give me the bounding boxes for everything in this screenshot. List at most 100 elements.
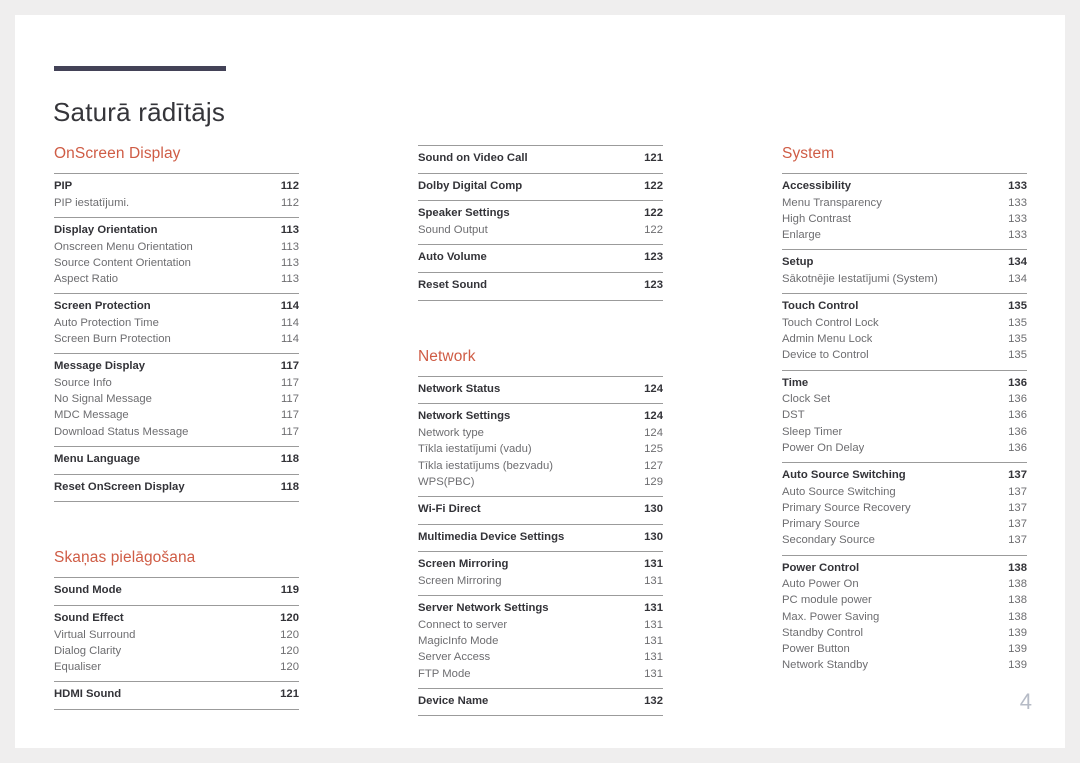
toc-entry-main[interactable]: Screen Protection 114 xyxy=(54,298,299,315)
toc-entry-label: Touch Control Lock xyxy=(782,316,879,329)
toc-entry-sub[interactable]: MagicInfo Mode 131 xyxy=(418,633,663,649)
toc-entry-main[interactable]: Wi-Fi Direct 130 xyxy=(418,501,663,518)
toc-entry-page: 120 xyxy=(280,661,299,674)
toc-entry-label: High Contrast xyxy=(782,212,852,225)
toc-entry-main[interactable]: Sound on Video Call 121 xyxy=(418,150,663,167)
toc-entry-page: 117 xyxy=(280,393,299,406)
toc-entry-sub[interactable]: Tīkla iestatījumi (vadu) 125 xyxy=(418,441,663,457)
toc-entry-label: Admin Menu Lock xyxy=(782,333,873,346)
toc-entry-sub[interactable]: Tīkla iestatījums (bezvadu) 127 xyxy=(418,458,663,474)
toc-entry-main[interactable]: Sound Effect 120 xyxy=(54,610,299,627)
toc-entry-main[interactable]: Speaker Settings 122 xyxy=(418,205,663,222)
toc-entry-sub[interactable]: Auto Power On 138 xyxy=(782,576,1027,592)
toc-entry-page: 113 xyxy=(280,273,299,286)
toc-entry-label: PC module power xyxy=(782,594,872,607)
toc-entry-sub[interactable]: Secondary Source 137 xyxy=(782,532,1027,548)
toc-entry-page: 134 xyxy=(1008,256,1027,269)
toc-entry-label: FTP Mode xyxy=(418,667,471,680)
toc-entry-main[interactable]: Device Name 132 xyxy=(418,693,663,710)
toc-entry-sub[interactable]: Screen Burn Protection 114 xyxy=(54,331,299,347)
toc-entry-sub[interactable]: No Signal Message 117 xyxy=(54,391,299,407)
toc-entry-sub[interactable]: Touch Control Lock 135 xyxy=(782,315,1027,331)
toc-entry-label: Standby Control xyxy=(782,626,864,639)
toc-entry-main[interactable]: Touch Control 135 xyxy=(782,298,1027,315)
toc-entry-main[interactable]: Auto Volume 123 xyxy=(418,249,663,266)
toc-entry-sub[interactable]: Dialog Clarity 120 xyxy=(54,643,299,659)
toc-entry-sub[interactable]: Source Content Orientation 113 xyxy=(54,255,299,271)
toc-entry-label: No Signal Message xyxy=(54,393,152,406)
toc-entry-sub[interactable]: Primary Source 137 xyxy=(782,516,1027,532)
toc-entry-main[interactable]: PIP 112 xyxy=(54,178,299,195)
toc-entry-page: 122 xyxy=(644,207,663,220)
toc-entry-sub[interactable]: PIP iestatījumi. 112 xyxy=(54,195,299,211)
toc-entry-main[interactable]: Message Display 117 xyxy=(54,358,299,375)
toc-entry-main[interactable]: Dolby Digital Comp 122 xyxy=(418,178,663,195)
toc-entry-sub[interactable]: Screen Mirroring 131 xyxy=(418,573,663,589)
toc-entry-page: 131 xyxy=(644,558,663,571)
toc-entry-sub[interactable]: Clock Set 136 xyxy=(782,391,1027,407)
toc-entry-label: Network Settings xyxy=(418,410,511,423)
toc-entry-sub[interactable]: Admin Menu Lock 135 xyxy=(782,331,1027,347)
toc-entry-main[interactable]: Network Settings 124 xyxy=(418,408,663,425)
toc-entry-sub[interactable]: Primary Source Recovery 137 xyxy=(782,500,1027,516)
toc-entry-label: Sound on Video Call xyxy=(418,152,528,164)
toc-entry-main[interactable]: Setup 134 xyxy=(782,254,1027,271)
toc-entry-label: Wi-Fi Direct xyxy=(418,502,481,515)
toc-entry-sub[interactable]: Onscreen Menu Orientation 113 xyxy=(54,239,299,255)
toc-entry-sub[interactable]: Sākotnējie Iestatījumi (System) 134 xyxy=(782,271,1027,287)
toc-entry-sub[interactable]: FTP Mode 131 xyxy=(418,666,663,682)
toc-entry-sub[interactable]: Standby Control 139 xyxy=(782,625,1027,641)
toc-entry-sub[interactable]: PC module power 138 xyxy=(782,592,1027,608)
toc-entry-sub[interactable]: Power Button 139 xyxy=(782,641,1027,657)
toc-entry-main[interactable]: Time 136 xyxy=(782,375,1027,392)
toc-entry-sub[interactable]: DST 136 xyxy=(782,407,1027,423)
toc-entry-page: 134 xyxy=(1008,273,1027,286)
toc-entry-sub[interactable]: Download Status Message 117 xyxy=(54,424,299,440)
toc-entry-main[interactable]: Menu Language 118 xyxy=(54,451,299,468)
toc-group: Reset Sound 123 xyxy=(418,272,663,301)
toc-group: HDMI Sound 121 xyxy=(54,681,299,710)
toc-entry-sub[interactable]: Enlarge 133 xyxy=(782,227,1027,243)
toc-entry-main[interactable]: Network Status 124 xyxy=(418,381,663,398)
toc-group: Sound on Video Call 121 xyxy=(418,145,663,173)
toc-entry-main[interactable]: Reset Sound 123 xyxy=(418,277,663,294)
toc-entry-sub[interactable]: Sleep Timer 136 xyxy=(782,424,1027,440)
toc-entry-sub[interactable]: Auto Source Switching 137 xyxy=(782,484,1027,500)
toc-entry-main[interactable]: Multimedia Device Settings 130 xyxy=(418,529,663,546)
toc-entry-sub[interactable]: WPS(PBC) 129 xyxy=(418,474,663,490)
toc-entry-main[interactable]: HDMI Sound 121 xyxy=(54,686,299,703)
toc-entry-label: Equaliser xyxy=(54,661,102,674)
toc-entry-sub[interactable]: MDC Message 117 xyxy=(54,407,299,423)
toc-entry-sub[interactable]: Source Info 117 xyxy=(54,375,299,391)
toc-entry-sub[interactable]: Equaliser 120 xyxy=(54,659,299,675)
toc-entry-page: 131 xyxy=(644,667,663,680)
toc-entry-sub[interactable]: Network Standby 139 xyxy=(782,657,1027,673)
toc-entry-label: Screen Burn Protection xyxy=(54,333,171,346)
toc-entry-sub[interactable]: Connect to server 131 xyxy=(418,617,663,633)
toc-entry-main[interactable]: Sound Mode 119 xyxy=(54,582,299,599)
toc-entry-main[interactable]: Power Control 138 xyxy=(782,560,1027,577)
toc-entry-sub[interactable]: Aspect Ratio 113 xyxy=(54,271,299,287)
toc-entry-main[interactable]: Accessibility 133 xyxy=(782,178,1027,195)
toc-entry-sub[interactable]: Sound Output 122 xyxy=(418,222,663,238)
toc-entry-sub[interactable]: Virtual Surround 120 xyxy=(54,627,299,643)
toc-entry-label: Max. Power Saving xyxy=(782,610,880,623)
toc-entry-sub[interactable]: Auto Protection Time 114 xyxy=(54,315,299,331)
toc-entry-page: 127 xyxy=(644,459,663,472)
toc-entry-label: Touch Control xyxy=(782,300,859,313)
toc-entry-main[interactable]: Screen Mirroring 131 xyxy=(418,556,663,573)
toc-entry-sub[interactable]: Menu Transparency 133 xyxy=(782,195,1027,211)
toc-entry-sub[interactable]: Server Access 131 xyxy=(418,649,663,665)
toc-entry-main[interactable]: Display Orientation 113 xyxy=(54,222,299,239)
toc-entry-sub[interactable]: Device to Control 135 xyxy=(782,347,1027,363)
toc-entry-main[interactable]: Reset OnScreen Display 118 xyxy=(54,479,299,496)
toc-entry-main[interactable]: Auto Source Switching 137 xyxy=(782,467,1027,484)
toc-entry-page: 131 xyxy=(644,618,663,631)
toc-entry-page: 138 xyxy=(1008,610,1027,623)
toc-entry-sub[interactable]: High Contrast 133 xyxy=(782,211,1027,227)
toc-entry-sub[interactable]: Power On Delay 136 xyxy=(782,440,1027,456)
toc-entry-main[interactable]: Server Network Settings 131 xyxy=(418,600,663,617)
toc-entry-sub[interactable]: Network type 124 xyxy=(418,425,663,441)
toc-entry-sub[interactable]: Max. Power Saving 138 xyxy=(782,609,1027,625)
toc-group: Sound Effect 120 Virtual Surround 120 Dialog… xyxy=(54,604,299,681)
